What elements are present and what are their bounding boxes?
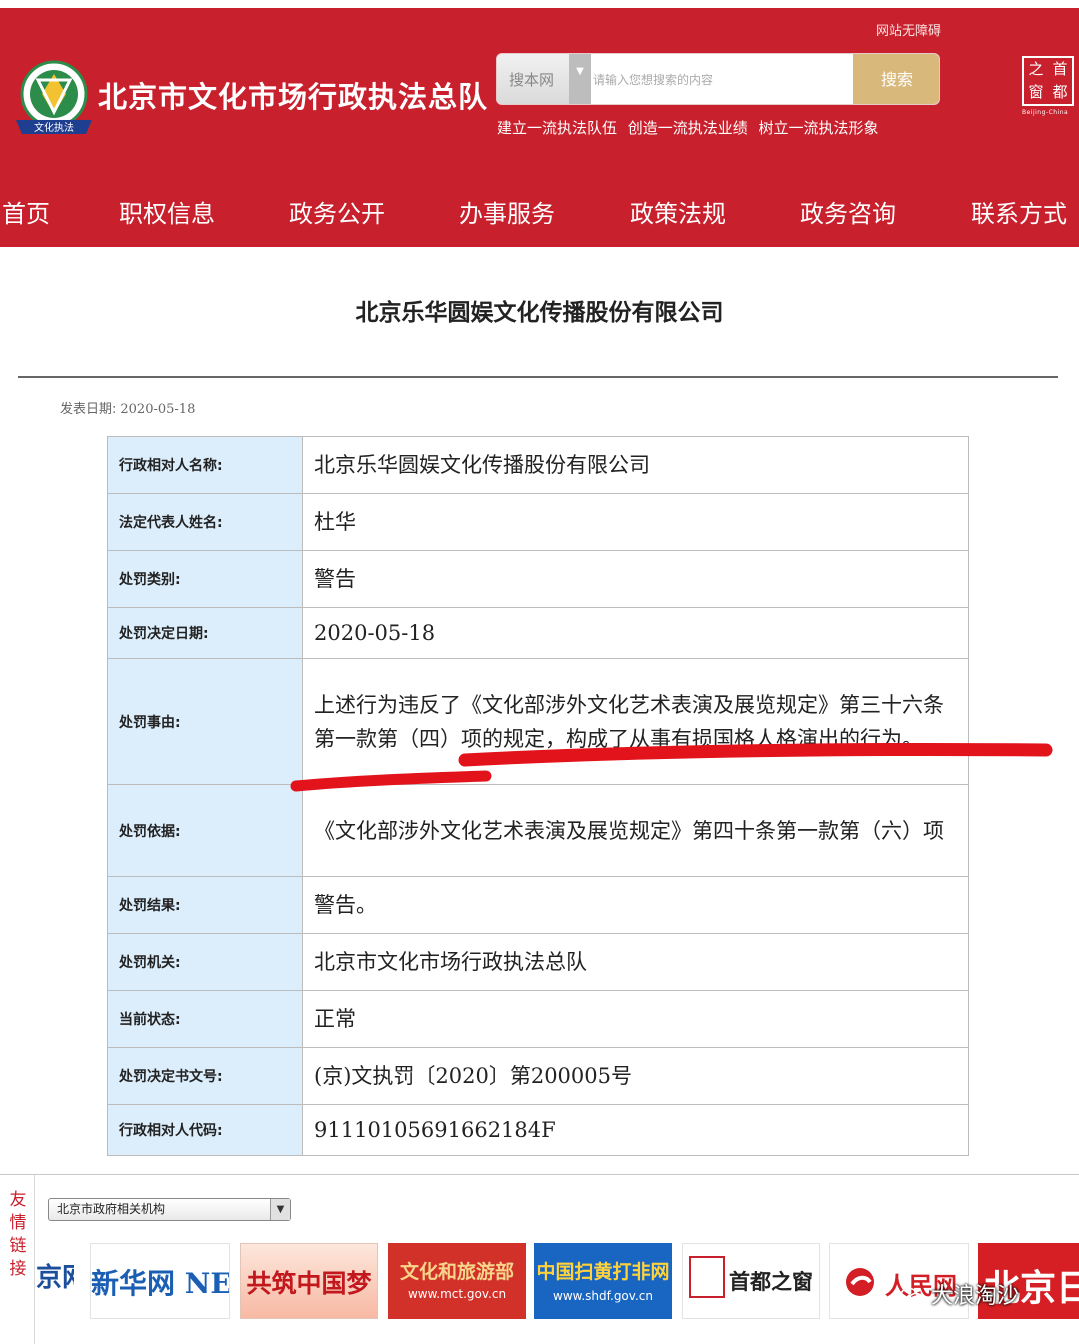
row-label: 当前状态: (107, 990, 303, 1048)
site-header: 网站无障碍 文化执法 北京市文化市场行政执法总队 搜本网 ▼ 搜索 建立一流执法… (0, 0, 1079, 247)
xinhua-link[interactable]: 新华网 NEWS (90, 1243, 230, 1319)
table-row: 处罚类别: 警告 (107, 550, 969, 608)
page-title: 北京乐华圆娱文化传播股份有限公司 (355, 300, 724, 326)
capital-logo-char: 窗 (1028, 83, 1044, 101)
table-row: 行政相对人名称: 北京乐华圆娱文化传播股份有限公司 (107, 436, 969, 494)
table-row: 处罚事由: 上述行为违反了《文化部涉外文化艺术表演及展览规定》第三十六条第一款第… (107, 658, 969, 785)
nav-item-gov-affairs[interactable]: 政务公开 (289, 190, 385, 238)
row-value: 杜华 (302, 493, 969, 551)
table-row: 法定代表人姓名: 杜华 (107, 493, 969, 551)
row-label: 处罚事由: (107, 658, 303, 785)
table-row: 当前状态: 正常 (107, 990, 969, 1048)
friend-links-label: 友情链接 (9, 1190, 27, 1279)
banner-text: 新华网 NEWS (91, 1267, 230, 1300)
title-divider (18, 376, 1058, 378)
banner-url: www.mct.gov.cn (407, 1287, 507, 1301)
capital-logo-char: 都 (1052, 83, 1068, 101)
row-value: 上述行为违反了《文化部涉外文化艺术表演及展览规定》第三十六条第一款第（四）项的规… (302, 658, 969, 785)
publish-date: 发表日期: 2020-05-18 (60, 398, 195, 417)
row-label: 行政相对人代码: (107, 1104, 303, 1156)
table-row: 处罚决定书文号: (京)文执罚〔2020〕第200005号 (107, 1047, 969, 1105)
table-row: 处罚结果: 警告。 (107, 876, 969, 934)
row-label: 处罚决定书文号: (107, 1047, 303, 1105)
banner-text: 京网 (36, 1263, 74, 1293)
row-label: 处罚机关: (107, 933, 303, 991)
mct-link[interactable]: 文化和旅游部 www.mct.gov.cn (388, 1243, 526, 1319)
banner-text: 共筑中国梦 (246, 1269, 372, 1298)
table-row: 处罚决定日期: 2020-05-18 (107, 607, 969, 659)
row-value: 2020-05-18 (302, 607, 969, 659)
row-value: 91110105691662184F (302, 1104, 969, 1156)
banner-url: www.shdf.gov.cn (553, 1289, 653, 1303)
svg-text:文化执法: 文化执法 (34, 121, 74, 134)
row-value: 北京乐华圆娱文化传播股份有限公司 (302, 436, 969, 494)
banner-text: 首都之窗 (729, 1269, 813, 1294)
penalty-info-table: 行政相对人名称: 北京乐华圆娱文化传播股份有限公司 法定代表人姓名: 杜华 处罚… (107, 436, 969, 1156)
row-value: 警告 (302, 550, 969, 608)
table-row: 行政相对人代码: 91110105691662184F (107, 1104, 969, 1156)
row-label: 处罚决定日期: (107, 607, 303, 659)
gov-select-value: 北京市政府相关机构 (57, 1202, 166, 1216)
search-input[interactable] (591, 54, 853, 104)
capital-logo-char: 之 (1028, 60, 1044, 78)
slogan: 建立一流执法队伍 创造一流执法业绩 树立一流执法形象 (497, 119, 879, 137)
banner-text: 中国扫黄打非网 (536, 1261, 670, 1283)
banner-text: 文化和旅游部 (399, 1261, 514, 1283)
row-value: 《文化部涉外文化艺术表演及展览规定》第四十条第一款第（六）项 (302, 784, 969, 877)
chevron-down-icon[interactable]: ▼ (569, 54, 591, 104)
row-value: (京)文执罚〔2020〕第200005号 (302, 1047, 969, 1105)
row-value: 正常 (302, 990, 969, 1048)
row-label: 行政相对人名称: (107, 436, 303, 494)
shdf-link[interactable]: 中国扫黄打非网 www.shdf.gov.cn (534, 1243, 672, 1319)
nav-item-contact[interactable]: 联系方式 (971, 190, 1067, 238)
search-button[interactable]: 搜索 (853, 54, 939, 104)
enforcement-emblem-logo[interactable]: 文化执法 (10, 58, 98, 140)
table-row: 处罚机关: 北京市文化市场行政执法总队 (107, 933, 969, 991)
chinese-dream-link[interactable]: 共筑中国梦 (240, 1243, 378, 1319)
row-value: 北京市文化市场行政执法总队 (302, 933, 969, 991)
publish-date-value: 2020-05-18 (120, 402, 196, 417)
watermark-text: 大浪淘沙 (931, 1284, 1020, 1309)
capital-window-logo[interactable]: 之 首 窗 都 Beijing-China (1022, 56, 1079, 120)
nav-item-home[interactable]: 首页 (2, 190, 50, 238)
search-box: 搜本网 ▼ 搜索 (496, 53, 940, 105)
row-value: 警告。 (302, 876, 969, 934)
header-top-strip (0, 0, 1079, 8)
partial-site-link[interactable]: 京网 (36, 1243, 74, 1319)
nav-item-consultation[interactable]: 政务咨询 (800, 190, 896, 238)
nav-item-authority-info[interactable]: 职权信息 (119, 190, 215, 238)
wechat-watermark: 大浪淘沙 (900, 1278, 1019, 1310)
capital-window-link[interactable]: 首都之窗 (682, 1243, 820, 1319)
row-label: 处罚类别: (107, 550, 303, 608)
wechat-icon (900, 1287, 924, 1306)
capital-logo-char: 首 (1052, 60, 1068, 78)
row-label: 法定代表人姓名: (107, 493, 303, 551)
nav-item-policies[interactable]: 政策法规 (630, 190, 726, 238)
row-label: 处罚结果: (107, 876, 303, 934)
chevron-down-icon[interactable]: ▼ (270, 1199, 290, 1220)
footer-divider (34, 1175, 35, 1344)
friend-links-footer: 友情链接 北京市政府相关机构 ▼ 京网 新华网 NEWS 共筑中国梦 文化和旅游… (0, 1174, 1079, 1344)
site-title[interactable]: 北京市文化市场行政执法总队 (98, 74, 488, 116)
main-nav: 首页 职权信息 政务公开 办事服务 政策法规 政务咨询 联系方式 (0, 190, 1079, 238)
gov-agencies-select[interactable]: 北京市政府相关机构 ▼ (48, 1198, 291, 1221)
publish-date-label: 发表日期: (60, 402, 117, 417)
capital-logo-subtitle: Beijing-China (1022, 109, 1069, 116)
row-label: 处罚依据: (107, 784, 303, 877)
nav-item-services[interactable]: 办事服务 (459, 190, 555, 238)
table-row: 处罚依据: 《文化部涉外文化艺术表演及展览规定》第四十条第一款第（六）项 (107, 784, 969, 877)
accessibility-link[interactable]: 网站无障碍 (876, 20, 941, 39)
